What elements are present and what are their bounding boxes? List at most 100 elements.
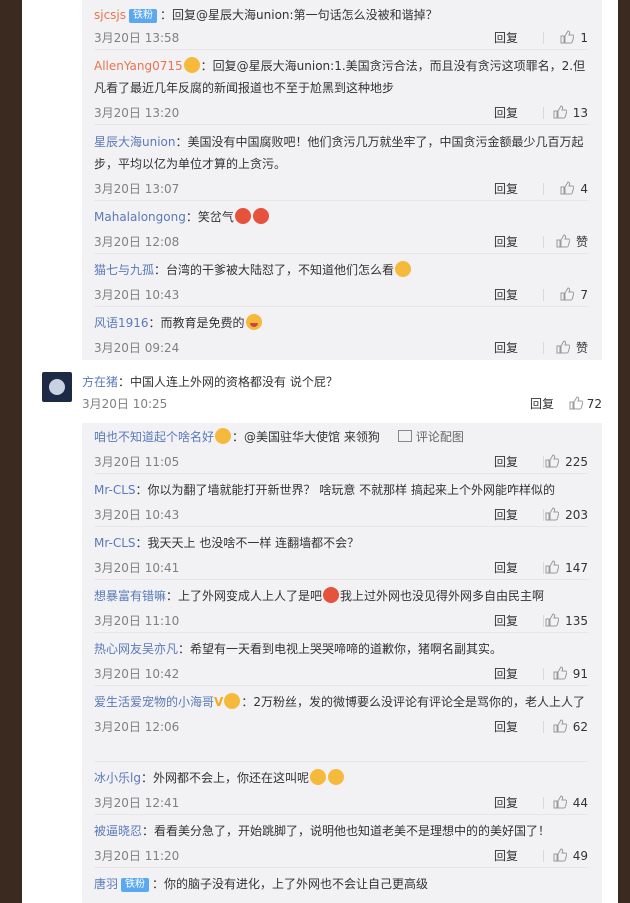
thumbs-up-icon <box>545 560 560 574</box>
reply-username[interactable]: 冰小乐lg <box>94 771 141 785</box>
divider <box>94 632 588 633</box>
reply-username[interactable]: Mr-CLS <box>94 483 136 497</box>
thumbs-up-icon <box>545 613 560 627</box>
reply-button[interactable]: 回复 <box>494 793 518 813</box>
reply-button[interactable]: 回复 <box>494 505 518 525</box>
like-button[interactable]: 62 <box>553 717 588 737</box>
reply-text: ：@美国驻华大使馆 来领狗 <box>232 430 380 444</box>
reply-text: ：而教育是免费的 <box>148 316 245 330</box>
like-button[interactable]: 135 <box>545 611 588 631</box>
like-button[interactable]: 44 <box>553 793 588 813</box>
divider <box>94 579 588 580</box>
reply-time: 3月20日 13:58 <box>94 31 180 45</box>
divider <box>543 183 544 195</box>
like-count: 49 <box>572 849 588 863</box>
reply-item: sjcsjs 铁粉 ：回复@星辰大海union:第一句话怎么没被和谐掉？ 3月20日… <box>94 4 588 48</box>
reply-username[interactable]: 咱也不知道起个啥名好 <box>94 430 214 444</box>
reply-time: 3月20日 10:41 <box>94 561 180 575</box>
reply-button[interactable]: 回复 <box>494 338 518 358</box>
reply-button[interactable]: 回复 <box>494 717 518 737</box>
thumbs-up-icon <box>560 30 575 44</box>
reply-text: ：台湾的干爹被大陆怼了，不知道他们怎么看 <box>154 263 395 277</box>
comment-username[interactable]: 方在猪 <box>82 375 118 389</box>
reply-button[interactable]: 回复 <box>530 394 554 414</box>
vip-icon <box>215 428 232 444</box>
like-button[interactable]: 赞 <box>556 232 588 252</box>
reply-item: 风语1916：而教育是免费的 3月20日 09:24 回复 赞 <box>94 312 588 358</box>
reply-username[interactable]: 星辰大海union <box>94 135 176 149</box>
like-count: 91 <box>572 667 588 681</box>
reply-username[interactable]: Mr-CLS <box>94 536 136 550</box>
divider <box>543 797 544 809</box>
reply-time: 3月20日 10:42 <box>94 667 180 681</box>
like-button[interactable]: 赞 <box>556 338 588 358</box>
reply-button[interactable]: 回复 <box>494 232 518 252</box>
reply-text: ：你以为翻了墙就能打开新世界？ 啥玩意 不就那样 搞起来上个外网能咋样似的 <box>135 483 555 497</box>
divider <box>543 236 544 248</box>
reply-username[interactable]: Mahalalongong <box>94 210 186 224</box>
like-button[interactable]: 91 <box>553 664 588 684</box>
divider <box>94 200 588 201</box>
reply-button[interactable]: 回复 <box>494 846 518 866</box>
thumbs-up-icon <box>553 795 567 809</box>
reply-button[interactable]: 回复 <box>494 664 518 684</box>
image-icon <box>397 430 412 442</box>
like-count: 147 <box>565 561 588 575</box>
divider <box>543 456 544 468</box>
reply-time: 3月20日 12:41 <box>94 796 180 810</box>
reply-item: 热心网友吴亦凡：希望有一天看到电视上哭哭啼啼的道歉你，猪啊名副其实。 3月20日… <box>94 638 588 684</box>
reply-username[interactable]: 风语1916 <box>94 316 149 330</box>
like-button[interactable]: 49 <box>553 846 588 866</box>
smile-emoji-icon <box>309 769 326 785</box>
like-button[interactable]: 13 <box>553 103 588 123</box>
like-button[interactable]: 225 <box>545 452 588 472</box>
laugh-emoji-icon <box>234 208 251 224</box>
reply-button[interactable]: 回复 <box>494 179 518 199</box>
divider <box>94 761 588 762</box>
comment-image-link[interactable]: 评论配图 <box>416 430 464 444</box>
like-button[interactable]: 203 <box>545 505 588 525</box>
reply-text: ：你的脑子没有进化，上了外网也不会让自己更高级 <box>152 877 429 891</box>
reply-button[interactable]: 回复 <box>494 28 518 48</box>
reply-username[interactable]: 想暴富有错嘛 <box>94 589 166 603</box>
reply-username[interactable]: 唐羽 <box>94 877 118 891</box>
reply-time: 3月20日 12:06 <box>94 720 180 734</box>
like-button[interactable]: 72 <box>569 394 602 414</box>
divider <box>94 685 588 686</box>
angry-emoji-icon <box>323 587 340 603</box>
like-button[interactable]: 1 <box>560 28 588 48</box>
reply-item: 唐羽 铁粉 ：你的脑子没有进化，上了外网也不会让自己更高级 <box>94 873 588 895</box>
divider <box>94 814 588 815</box>
reply-button[interactable]: 回复 <box>494 558 518 578</box>
reply-time: 3月20日 11:10 <box>94 614 180 628</box>
like-button[interactable]: 147 <box>545 558 588 578</box>
verified-v-icon: V <box>214 695 224 709</box>
reply-username[interactable]: 爱生活爱宠物的小海哥 <box>94 695 214 709</box>
reply-username[interactable]: sjcsjs <box>94 8 126 22</box>
reply-username[interactable]: 被逼晓忍 <box>94 824 142 838</box>
fan-badge: 铁粉 <box>121 878 150 892</box>
comment-panel: sjcsjs 铁粉 ：回复@星辰大海union:第一句话怎么没被和谐掉？ 3月20日… <box>22 0 618 903</box>
reply-button[interactable]: 回复 <box>494 611 518 631</box>
thumbs-up-icon <box>560 181 575 195</box>
cry-laugh-emoji-icon <box>245 314 262 330</box>
divider <box>94 473 588 474</box>
divider <box>543 562 544 574</box>
reply-username[interactable]: 猫七与九孤 <box>94 263 154 277</box>
like-button[interactable]: 7 <box>560 285 588 305</box>
divider <box>543 289 544 301</box>
reply-button[interactable]: 回复 <box>494 103 518 123</box>
reply-time: 3月20日 09:24 <box>94 341 180 355</box>
reply-time: 3月20日 11:05 <box>94 455 180 469</box>
divider <box>543 615 544 627</box>
smile-emoji-icon <box>327 769 344 785</box>
reply-username[interactable]: 热心网友吴亦凡 <box>94 642 178 656</box>
like-button[interactable]: 4 <box>560 179 588 199</box>
like-count: 4 <box>580 182 588 196</box>
reply-username[interactable]: AllenYang0715 <box>94 59 183 73</box>
reply-button[interactable]: 回复 <box>494 285 518 305</box>
reply-button[interactable]: 回复 <box>494 452 518 472</box>
like-count: 赞 <box>575 341 588 355</box>
avatar[interactable] <box>42 372 72 402</box>
cat-emoji-icon <box>395 261 412 277</box>
